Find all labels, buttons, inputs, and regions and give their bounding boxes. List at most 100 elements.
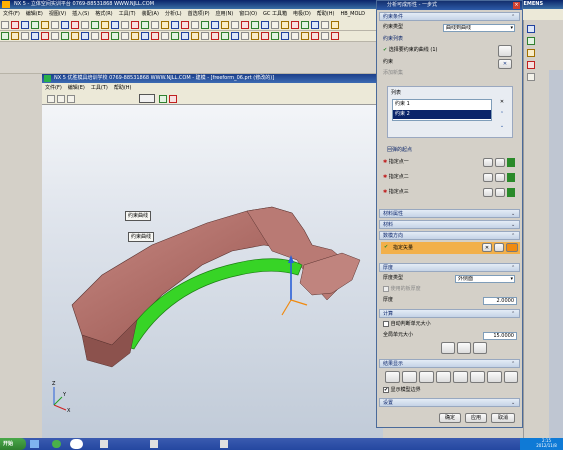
toolbar-tool-icon[interactable]: [21, 32, 29, 40]
select-curve-button[interactable]: [498, 45, 512, 57]
resource-navigator-icon[interactable]: [527, 25, 535, 33]
toolbar-tool-icon[interactable]: [191, 21, 199, 29]
menu-item[interactable]: 应用(N): [213, 9, 237, 20]
toolbar-tool-icon[interactable]: [111, 21, 119, 29]
move-down-icon[interactable]: ⌄: [496, 123, 508, 132]
display-thickness-icon[interactable]: [385, 371, 400, 383]
point-color-swatch[interactable]: [507, 158, 515, 167]
toolbar-tool-icon[interactable]: [181, 32, 189, 40]
menu-item[interactable]: 视图(V): [46, 9, 69, 20]
toolbar-tool-icon[interactable]: [321, 21, 329, 29]
toolbar-tool-icon[interactable]: [301, 21, 309, 29]
toolbar-tool-icon[interactable]: [111, 32, 119, 40]
toolbar-tool-icon[interactable]: [201, 21, 209, 29]
resource-assembly-icon[interactable]: [527, 37, 535, 45]
vector-dialog-button[interactable]: [494, 243, 504, 252]
toolbar-tool-icon[interactable]: [51, 21, 59, 29]
list-item-selected[interactable]: 约束 2: [393, 110, 491, 119]
section-thickness[interactable]: 厚度 ⌃: [379, 263, 520, 272]
point-color-swatch[interactable]: [507, 188, 515, 197]
add-new-set[interactable]: 添加新集: [383, 69, 518, 78]
auto-cell-checkbox[interactable]: [383, 320, 389, 327]
menu-item[interactable]: GC 工具箱: [260, 9, 290, 20]
menu-item[interactable]: 编辑(E): [23, 9, 46, 20]
point-row-1[interactable]: ✱ 指定点一: [383, 158, 518, 167]
point-dialog-button[interactable]: [483, 188, 493, 197]
section-compute[interactable]: 计算 ⌃: [379, 309, 520, 318]
toolbar-tool-icon[interactable]: [151, 21, 159, 29]
list-item[interactable]: 约束 1: [393, 100, 491, 109]
resource-web-icon[interactable]: [527, 73, 535, 81]
zoom-icon[interactable]: [67, 95, 75, 103]
toolbar-tool-icon[interactable]: [171, 21, 179, 29]
menu-item[interactable]: 格式(R): [92, 9, 115, 20]
toolbar-tool-icon[interactable]: [261, 32, 269, 40]
toolbar-tool-icon[interactable]: [211, 21, 219, 29]
display-flc-icon[interactable]: [470, 371, 485, 383]
toolbar-tool-icon[interactable]: [11, 32, 19, 40]
section-material[interactable]: 材料属性 ⌄: [379, 209, 520, 218]
toolbar-tool-icon[interactable]: [161, 21, 169, 29]
toolbar-tool-icon[interactable]: [31, 32, 39, 40]
toolbar-tool-icon[interactable]: [1, 32, 9, 40]
toolbar-tool-icon[interactable]: [121, 32, 129, 40]
menu-item[interactable]: 装配(A): [139, 9, 162, 20]
display-boundary-icon[interactable]: [453, 371, 468, 383]
thickness-input[interactable]: 2.0000: [483, 297, 517, 305]
menu-item[interactable]: 帮助(H): [111, 83, 135, 93]
show-boundary-checkbox[interactable]: ✔: [383, 386, 389, 393]
toolbar-tool-icon[interactable]: [311, 21, 319, 29]
toolbar-tool-icon[interactable]: [251, 21, 259, 29]
graphics-viewport[interactable]: Z X Y 约束曲线 约束曲线: [42, 105, 383, 438]
toolbar-tool-icon[interactable]: [311, 32, 319, 40]
toolbar-tool-icon[interactable]: [1, 21, 9, 29]
resource-palette-icon[interactable]: [527, 61, 535, 69]
reverse-direction-button[interactable]: ✕: [482, 243, 492, 252]
start-button[interactable]: 开始: [0, 438, 26, 450]
display-export-icon[interactable]: [504, 371, 518, 383]
toolbar-tool-icon[interactable]: [181, 21, 189, 29]
point-row-3[interactable]: ✱ 指定点三: [383, 188, 518, 197]
section-materials[interactable]: 材料 ⌄: [379, 220, 520, 229]
delete-icon[interactable]: ✕: [496, 99, 508, 108]
quicklaunch-icon[interactable]: [52, 440, 61, 448]
toolbar-tool-icon[interactable]: [121, 21, 129, 29]
toolbar-tool-icon[interactable]: [101, 32, 109, 40]
toolbar-tool-icon[interactable]: [331, 32, 339, 40]
toolbar-tool-icon[interactable]: [141, 32, 149, 40]
toolbar-tool-icon[interactable]: [331, 21, 339, 29]
toolbar-tool-icon[interactable]: [221, 32, 229, 40]
toolbar-tool-icon[interactable]: [51, 32, 59, 40]
toolbar-tool-icon[interactable]: [81, 21, 89, 29]
thickness-type-select[interactable]: 外侧面 ▾: [455, 275, 515, 283]
remove-icon[interactable]: ✕: [498, 59, 512, 69]
display-stress-icon[interactable]: [419, 371, 434, 383]
pen-icon[interactable]: [159, 95, 167, 103]
use-thickness-row[interactable]: 使用的板厚度: [383, 285, 518, 294]
section-constraints[interactable]: 约束条件 ⌃: [379, 12, 520, 21]
toolbar-tool-icon[interactable]: [61, 32, 69, 40]
compute-icon[interactable]: [441, 342, 455, 354]
toolbar-tool-icon[interactable]: [261, 21, 269, 29]
result-icon[interactable]: [473, 342, 487, 354]
quicklaunch-icon[interactable]: [70, 439, 83, 449]
taskbar-app-icon[interactable]: [220, 440, 228, 448]
menu-item[interactable]: HB_MOLD: [337, 9, 368, 20]
direction-row[interactable]: ✔ 指定矢量 ✕: [381, 242, 520, 254]
toolbar-tool-icon[interactable]: [231, 32, 239, 40]
toolbar-tool-icon[interactable]: [281, 21, 289, 29]
toolbar-tool-icon[interactable]: [41, 21, 49, 29]
toolbar-tool-icon[interactable]: [221, 21, 229, 29]
toolbar-tool-icon[interactable]: [251, 32, 259, 40]
toolbar-tool-icon[interactable]: [21, 21, 29, 29]
dialog-close-button[interactable]: ×: [513, 2, 520, 9]
menu-item[interactable]: 首选项(P): [185, 9, 213, 20]
toolbar-tool-icon[interactable]: [91, 32, 99, 40]
toolbar-tool-icon[interactable]: [71, 21, 79, 29]
toolbar-tool-icon[interactable]: [31, 21, 39, 29]
auto-cell-row[interactable]: 自动判断单元大小: [383, 320, 518, 329]
resource-history-icon[interactable]: [527, 49, 535, 57]
section-direction[interactable]: 数模方向 ⌃: [379, 231, 520, 240]
toolbar-tool-icon[interactable]: [281, 32, 289, 40]
toolbar-tool-icon[interactable]: [241, 21, 249, 29]
